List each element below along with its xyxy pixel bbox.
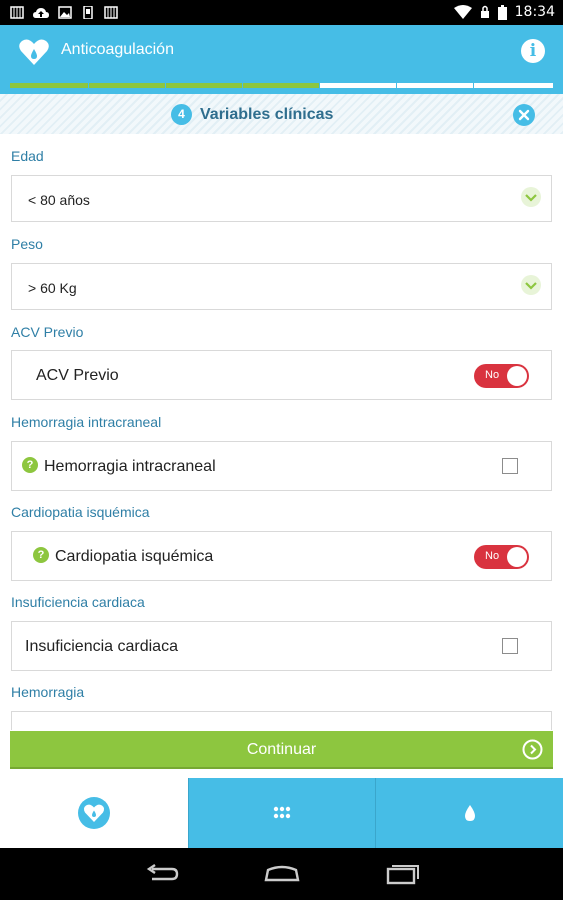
bottom-tab-bar [0,778,563,848]
field-label-peso: Peso [11,236,43,252]
step-progress-bar [0,77,563,94]
tab-drop[interactable] [375,778,563,848]
status-time: 18:34 [514,4,555,20]
recent-apps-icon[interactable] [382,862,422,886]
toggle-knob [507,547,527,567]
progress-segment-6 [397,83,473,88]
continue-button-label: Continuar [246,741,317,758]
cloud-upload-icon [33,8,49,18]
phone-icon [83,6,93,19]
row-insuficiencia: Insuficiencia cardiaca [11,621,552,671]
progress-segment-5 [320,83,396,88]
progress-segment-2 [89,83,165,88]
progress-segment-3 [166,83,242,88]
back-icon[interactable] [142,862,182,886]
field-label-hemorragia-intracraneal: Hemorragia intracraneal [11,414,162,430]
field-label-cardiopatia: Cardiopatia isquémica [11,504,150,520]
select-peso-value: > 60 Kg [28,280,77,296]
close-icon [518,109,530,121]
help-icon[interactable]: ? [33,547,49,563]
toggle-knob [507,366,527,386]
system-nav-bar [0,848,563,900]
grid-icon [273,806,291,819]
info-icon: i [529,41,537,61]
insuficiencia-checkbox[interactable] [502,638,518,654]
progress-segment-4 [243,83,319,88]
row-hemorragia [11,711,552,730]
arrow-right-circle-icon [522,739,543,760]
row-hemorragia-intracraneal: ? Hemorragia intracraneal [11,441,552,491]
image-icon [58,6,72,19]
notification-icon [10,6,24,19]
heart-drop-icon [19,39,49,65]
row-label-insuficiencia: Insuficiencia cardiaca [25,638,178,655]
select-edad[interactable]: < 80 años [11,175,552,222]
hemorragia-intracraneal-checkbox[interactable] [502,458,518,474]
info-button[interactable]: i [521,39,545,63]
toggle-state-label: No [485,369,500,381]
step-number-badge: 4 [171,104,192,125]
tab-grid[interactable] [188,778,375,848]
notification-icon [104,6,118,19]
chevron-down-icon [521,187,541,207]
help-icon[interactable]: ? [22,457,38,473]
battery-icon [497,4,507,20]
field-label-hemorragia: Hemorragia [11,684,85,700]
lock-icon [480,5,489,18]
row-label-cardiopatia: Cardiopatia isquémica [55,548,214,565]
tab-anticoagulacion[interactable] [0,778,188,848]
acv-toggle[interactable]: No [474,364,529,388]
step-title: Variables clínicas [200,106,334,123]
row-label-hemorragia-intracraneal: Hemorragia intracraneal [44,458,216,475]
clinical-variables-form: Edad < 80 años Peso > 60 Kg ACV Previo A… [0,134,563,730]
chevron-down-icon [521,275,541,295]
home-icon[interactable] [262,862,302,886]
row-acv: ACV Previo No [11,350,552,400]
row-cardiopatia: ? Cardiopatia isquémica No [11,531,552,581]
field-label-acv: ACV Previo [11,324,84,340]
step-header: 4 Variables clínicas [0,94,563,134]
select-edad-value: < 80 años [28,192,90,208]
row-label-acv: ACV Previo [36,367,119,384]
continue-button[interactable]: Continuar [10,731,553,769]
app-bar: Anticoagulación i [0,25,563,77]
status-bar: 18:34 [0,0,563,25]
select-peso[interactable]: > 60 Kg [11,263,552,310]
field-label-insuficiencia: Insuficiencia cardiaca [11,594,145,610]
toggle-state-label: No [485,550,500,562]
progress-segment-1 [10,83,88,88]
field-label-edad: Edad [11,148,44,164]
wifi-icon [453,5,472,19]
drop-icon [464,805,475,821]
cardiopatia-toggle[interactable]: No [474,545,529,569]
heart-drop-icon [78,797,110,829]
app-title: Anticoagulación [61,41,174,58]
progress-segment-7 [474,83,553,88]
close-button[interactable] [513,104,535,126]
